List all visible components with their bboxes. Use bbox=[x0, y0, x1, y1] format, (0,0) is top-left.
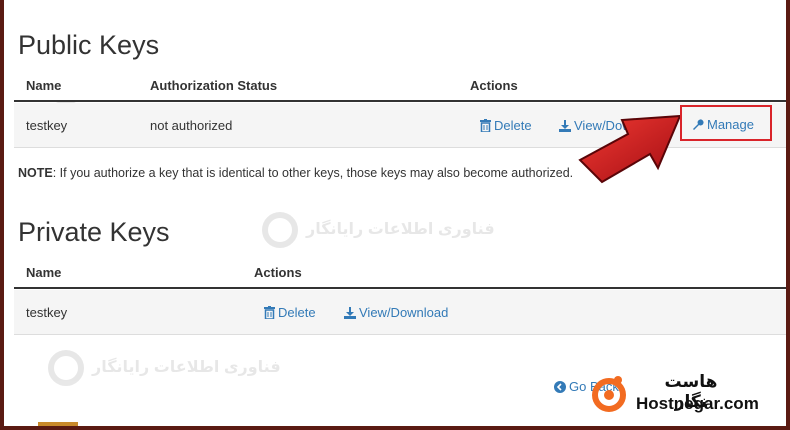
key-name: testkey bbox=[26, 118, 68, 133]
watermark: فناوری اطلاعات رایانگار bbox=[48, 350, 281, 386]
bottom-edge-decoration bbox=[38, 422, 78, 426]
back-arrow-icon bbox=[554, 381, 566, 393]
column-actions: Actions bbox=[254, 265, 302, 280]
hostnegar-brand: هاست نگار Hostnegar.com bbox=[588, 370, 778, 418]
download-icon bbox=[559, 120, 571, 132]
key-name: testkey bbox=[26, 305, 68, 320]
watermark: فناوری اطلاعات رایانگار bbox=[262, 212, 495, 248]
trash-icon bbox=[480, 119, 491, 133]
column-status: Authorization Status bbox=[150, 78, 278, 93]
delete-private-key-button[interactable]: Delete bbox=[264, 305, 316, 320]
public-keys-header: Name Authorization Status Actions bbox=[14, 70, 786, 102]
wrench-icon bbox=[693, 119, 704, 130]
hostnegar-logo-icon bbox=[592, 376, 626, 412]
delete-public-key-button[interactable]: Delete bbox=[480, 118, 532, 133]
note-text: NOTE: If you authorize a key that is ide… bbox=[18, 166, 574, 180]
view-download-private-key-button[interactable]: View/Download bbox=[344, 305, 448, 320]
manage-public-key-button[interactable]: Manage bbox=[692, 117, 754, 132]
column-name: Name bbox=[26, 265, 62, 280]
private-keys-title: Private Keys bbox=[18, 217, 170, 247]
column-name: Name bbox=[26, 78, 62, 93]
public-keys-title: Public Keys bbox=[18, 30, 160, 60]
brand-en-title: Hostnegar.com bbox=[636, 394, 759, 413]
private-keys-header: Name Actions bbox=[14, 257, 786, 289]
trash-icon bbox=[264, 306, 275, 320]
download-icon bbox=[344, 307, 356, 319]
page-frame: فناوری اطلاعات رایانگار فناوری اطلاعات ر… bbox=[4, 0, 786, 426]
column-actions: Actions bbox=[470, 78, 518, 93]
pointer-arrow-icon bbox=[578, 114, 682, 184]
auth-status: not authorized bbox=[150, 118, 233, 133]
